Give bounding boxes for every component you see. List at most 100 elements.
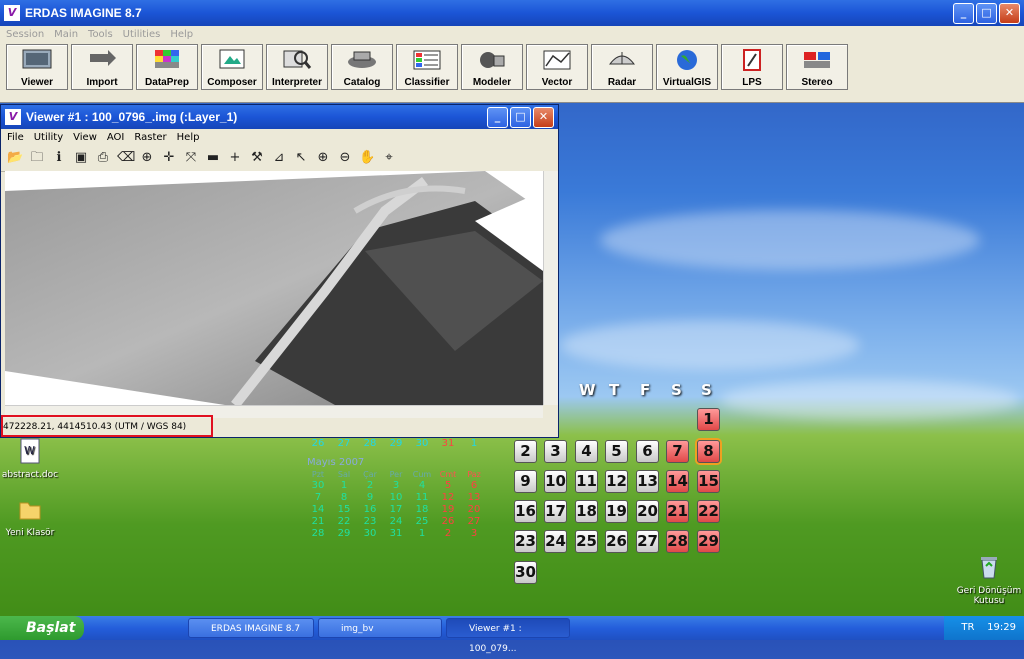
calendar-day[interactable]: 12 [605, 470, 628, 493]
modeler-label: Modeler [472, 77, 512, 88]
radar-button[interactable]: Radar [591, 44, 653, 90]
calendar-day[interactable]: 23 [514, 530, 537, 553]
calendar-day[interactable]: 25 [575, 530, 598, 553]
dataprep-button[interactable]: DataPrep [136, 44, 198, 90]
print-icon[interactable]: ⎙ [95, 150, 111, 166]
viewer-close-button[interactable]: ✕ [533, 106, 554, 128]
desktop-icon-abstract-doc[interactable]: W abstract.doc [0, 438, 65, 480]
calendar-day[interactable]: 14 [666, 470, 689, 493]
calendar-day[interactable]: 4 [575, 440, 598, 463]
calendar-day[interactable]: 15 [697, 470, 720, 493]
viewer-menu-view[interactable]: View [73, 132, 97, 143]
crosshair-icon[interactable]: ⊕ [139, 150, 155, 166]
viewer-button[interactable]: Viewer [6, 44, 68, 90]
calendar-day[interactable]: 13 [636, 470, 659, 493]
minimize-button[interactable]: _ [953, 2, 974, 24]
image-view[interactable] [5, 171, 543, 405]
language-indicator[interactable]: TR [961, 622, 974, 633]
stereo-button[interactable]: Stereo [786, 44, 848, 90]
folder-icon[interactable]: 🗀 [29, 150, 45, 166]
calendar-day[interactable]: 24 [544, 530, 567, 553]
calendar-day[interactable]: 1 [697, 408, 720, 431]
vertical-scrollbar[interactable] [543, 171, 558, 405]
open-folder-icon[interactable]: 📂 [7, 150, 23, 166]
task-viewer[interactable]: Viewer #1 : 100_079... [446, 618, 570, 654]
stereo-label: Stereo [801, 77, 833, 88]
calendar-day[interactable]: 10 [544, 470, 567, 493]
calendar-day[interactable]: 30 [514, 561, 537, 584]
calendar-day[interactable]: 22 [697, 500, 720, 523]
calendar-day[interactable]: 6 [636, 440, 659, 463]
menu-tools[interactable]: Tools [88, 29, 113, 40]
plus-icon[interactable]: + [227, 150, 243, 166]
menu-session[interactable]: Session [6, 29, 44, 40]
start-label: Başlat [26, 620, 76, 636]
calendar-day[interactable]: 16 [514, 500, 537, 523]
calendar-day[interactable]: 18 [575, 500, 598, 523]
maximize-button[interactable]: □ [976, 2, 997, 24]
viewer-menu-utility[interactable]: Utility [34, 132, 63, 143]
interpreter-label: Interpreter [271, 77, 322, 88]
mini-calendar-day: 9 [366, 492, 374, 503]
zoom-out-arrows-icon[interactable]: ⤧ [183, 150, 199, 166]
zoom-in-icon[interactable]: ⊕ [315, 150, 331, 166]
catalog-button[interactable]: Catalog [331, 44, 393, 90]
inquire-cursor-icon[interactable]: ⌖ [381, 150, 397, 166]
mini-calendar-day: 19 [441, 504, 455, 515]
lps-button[interactable]: LPS [721, 44, 783, 90]
calendar-day[interactable]: 29 [697, 530, 720, 553]
task-img-bv[interactable]: img_bv [318, 618, 442, 638]
viewer-maximize-button[interactable]: □ [510, 106, 531, 128]
viewer-titlebar[interactable]: V Viewer #1 : 100_0796_.img (:Layer_1) _… [1, 105, 558, 129]
mini-calendar-day: 20 [467, 504, 481, 515]
viewer-menu-help[interactable]: Help [177, 132, 200, 143]
vector-button[interactable]: Vector [526, 44, 588, 90]
calendar-day[interactable]: 19 [605, 500, 628, 523]
mini-calendar-day: 31 [389, 528, 403, 539]
calendar-day[interactable]: 2 [514, 440, 537, 463]
calendar-day[interactable]: 3 [544, 440, 567, 463]
viewer-menu-raster[interactable]: Raster [134, 132, 166, 143]
calendar-day[interactable]: 7 [666, 440, 689, 463]
menu-main[interactable]: Main [54, 29, 78, 40]
zoom-in-arrows-icon[interactable]: ✛ [161, 150, 177, 166]
calendar-day[interactable]: 26 [605, 530, 628, 553]
pan-hand-icon[interactable]: ✋ [359, 150, 375, 166]
import-button[interactable]: Import [71, 44, 133, 90]
menu-help[interactable]: Help [170, 29, 193, 40]
mini-calendar-weekday: Sal [337, 470, 351, 479]
composer-button[interactable]: Composer [201, 44, 263, 90]
ruler-icon[interactable]: ▬ [205, 150, 221, 166]
calendar-day[interactable]: 8 [697, 440, 720, 463]
viewer-menu-aoi[interactable]: AOI [107, 132, 125, 143]
save-icon[interactable]: ▣ [73, 150, 89, 166]
calendar-day[interactable]: 9 [514, 470, 537, 493]
task-erdas[interactable]: ERDAS IMAGINE 8.7 [188, 618, 314, 638]
viewer-minimize-button[interactable]: _ [487, 106, 508, 128]
modeler-button[interactable]: Modeler [461, 44, 523, 90]
eraser-icon[interactable]: ⌫ [117, 150, 135, 166]
virtualgis-button[interactable]: VirtualGIS [656, 44, 718, 90]
calendar-day[interactable]: 20 [636, 500, 659, 523]
calendar-day[interactable]: 5 [605, 440, 628, 463]
calendar-day[interactable]: 27 [636, 530, 659, 553]
interpreter-button[interactable]: Interpreter [266, 44, 328, 90]
calendar-day[interactable]: 11 [575, 470, 598, 493]
pointer-icon[interactable]: ↖ [293, 150, 309, 166]
erdas-titlebar[interactable]: V ERDAS IMAGINE 8.7 _ □ ✕ [0, 0, 1024, 26]
hammer-icon[interactable]: ⚒ [249, 150, 265, 166]
menu-utilities[interactable]: Utilities [123, 29, 161, 40]
classifier-button[interactable]: Classifier [396, 44, 458, 90]
mini-calendar-day: 27 [337, 438, 351, 449]
start-button[interactable]: Başlat [0, 616, 84, 640]
viewer-menu-file[interactable]: File [7, 132, 24, 143]
calendar-day[interactable]: 21 [666, 500, 689, 523]
calendar-day[interactable]: 17 [544, 500, 567, 523]
close-button[interactable]: ✕ [999, 2, 1020, 24]
desktop-icon-yeni-klasor[interactable]: Yeni Klasör [0, 496, 65, 538]
calendar-day[interactable]: 28 [666, 530, 689, 553]
info-icon[interactable]: ℹ [51, 150, 67, 166]
desktop-icon-recycle-bin[interactable]: Geri Dönüşüm Kutusu [954, 554, 1024, 606]
chart-icon[interactable]: ⊿ [271, 150, 287, 166]
zoom-out-icon[interactable]: ⊖ [337, 150, 353, 166]
